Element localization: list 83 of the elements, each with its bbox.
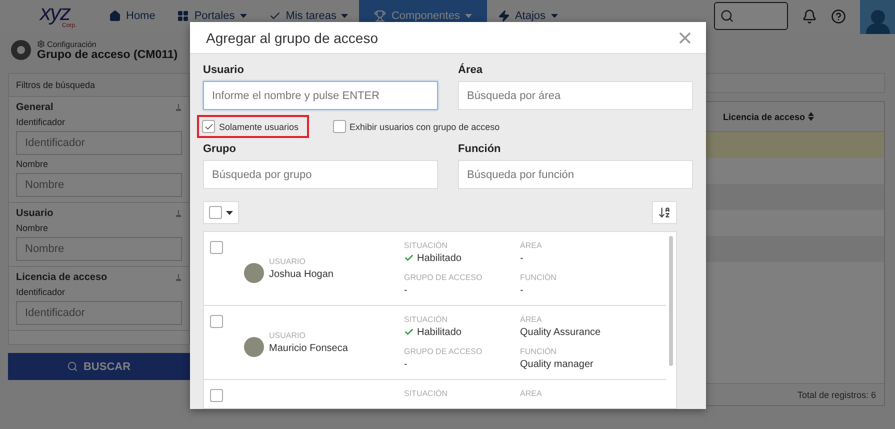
breadcrumb[interactable]: Configuración — [37, 40, 178, 48]
field-caption: SITUACIÓN — [404, 389, 449, 398]
check-icon — [404, 327, 414, 337]
field-label: Identificador — [16, 287, 66, 297]
field-value: Quality manager — [520, 358, 594, 370]
field-value: - — [404, 358, 408, 370]
checkbox[interactable] — [209, 206, 222, 219]
checkbox-option[interactable]: Solamente usuarios — [197, 115, 309, 138]
nav-menu-item[interactable]: Portales — [166, 0, 258, 32]
field-caption: ÁREA — [520, 241, 543, 250]
eraser-icon[interactable] — [175, 210, 182, 218]
bell-icon[interactable] — [802, 8, 817, 24]
checkbox[interactable] — [332, 120, 346, 133]
field-label: Usuario — [203, 64, 245, 76]
result-row[interactable]: USUARIO Joshua Hogan SITUACIÓN Habilitado GRUPO DE ACCESO - ÁREA - FUNCIÓN - — [204, 232, 666, 306]
input-field[interactable]: Identificador — [16, 131, 182, 155]
sort-icon[interactable] — [808, 112, 814, 121]
lightning-icon — [498, 10, 510, 22]
field-value: - — [520, 252, 524, 264]
nav-menu-item[interactable]: Mis tareas — [258, 0, 360, 32]
field-caption: ÁREA — [520, 315, 543, 324]
sort-icon — [658, 206, 671, 219]
input-field[interactable]: Nombre — [16, 237, 182, 261]
user-name: Joshua Hogan — [269, 268, 334, 280]
field-label: Área — [458, 64, 484, 76]
nav-menu-item[interactable]: Atajos — [486, 0, 569, 32]
result-row[interactable]: USUARIO Mauricio Fonseca SITUACIÓN Habilitado GRUPO DE ACCESO - ÁREA Quality Assurance FUNCIÓN Quality manager — [204, 306, 666, 380]
section-title: Usuario — [16, 208, 54, 219]
field-value: Quality Assurance — [520, 326, 602, 338]
help-icon[interactable] — [831, 8, 846, 24]
check-icon — [404, 253, 414, 263]
eraser-icon[interactable] — [175, 274, 182, 282]
field-label: Nombre — [16, 223, 50, 233]
field-label: Nombre — [16, 159, 50, 169]
avatar[interactable] — [860, 0, 895, 34]
nav-menu-item[interactable]: Home — [98, 0, 166, 32]
dialog-title: Agregar al grupo de acceso — [206, 30, 378, 46]
grid-icon — [177, 10, 190, 22]
search-icon — [67, 361, 78, 372]
home-icon — [109, 10, 121, 22]
check-icon — [204, 122, 214, 132]
field-caption: SITUACIÓN — [404, 315, 449, 324]
field-caption: SITUACIÓN — [404, 241, 449, 250]
status-value: Habilitado — [404, 252, 520, 264]
field-caption: FUNCIÓN — [520, 347, 558, 356]
input-field[interactable]: Identificador — [16, 301, 182, 325]
search-field[interactable]: Informe el nombre y pulse ENTER — [203, 81, 438, 110]
field-caption: ÁREA — [520, 389, 543, 398]
field-value: - — [520, 284, 524, 296]
input-field[interactable]: Nombre — [16, 173, 182, 197]
eraser-icon[interactable] — [175, 104, 182, 112]
result-row[interactable]: SITUACIÓN ÁREA — [204, 380, 666, 408]
sort-button[interactable] — [652, 201, 677, 224]
checkbox[interactable] — [210, 241, 223, 254]
checkbox[interactable] — [210, 315, 223, 328]
field-caption: USUARIO — [269, 331, 306, 340]
field-label: Identificador — [16, 117, 66, 127]
field-label: Función — [458, 143, 502, 155]
page-title: Grupo de acceso (CM011) — [37, 48, 178, 60]
avatar — [244, 337, 264, 357]
record-count: Total de registros: 6 — [797, 390, 876, 400]
section-title: General — [16, 102, 54, 113]
field-value: - — [404, 284, 408, 296]
user-name: Mauricio Fonseca — [269, 342, 349, 354]
field-caption: GRUPO DE ACCESO — [404, 273, 484, 282]
field-caption: GRUPO DE ACCESO — [404, 347, 484, 356]
scrollbar[interactable] — [669, 236, 673, 366]
search-button[interactable]: BUSCAR — [8, 353, 190, 380]
checkbox[interactable] — [202, 120, 215, 133]
select-all-dropdown[interactable] — [203, 201, 239, 224]
search-field[interactable] — [714, 2, 788, 30]
section-title: Licencia de acceso — [16, 272, 108, 283]
checkbox[interactable] — [210, 389, 223, 402]
field-caption: FUNCIÓN — [520, 273, 558, 282]
search-icon — [720, 9, 734, 23]
column-header[interactable]: Licencia de acceso — [722, 112, 814, 122]
check-icon — [268, 10, 281, 22]
status-value: Habilitado — [404, 326, 520, 338]
panel-title: Filtros de búsqueda — [9, 74, 189, 97]
checkbox-option[interactable]: Exhibir usuarios con grupo de acceso — [328, 115, 510, 138]
avatar — [244, 263, 264, 283]
field-label: Grupo — [203, 143, 237, 155]
field-caption: USUARIO — [269, 257, 306, 266]
